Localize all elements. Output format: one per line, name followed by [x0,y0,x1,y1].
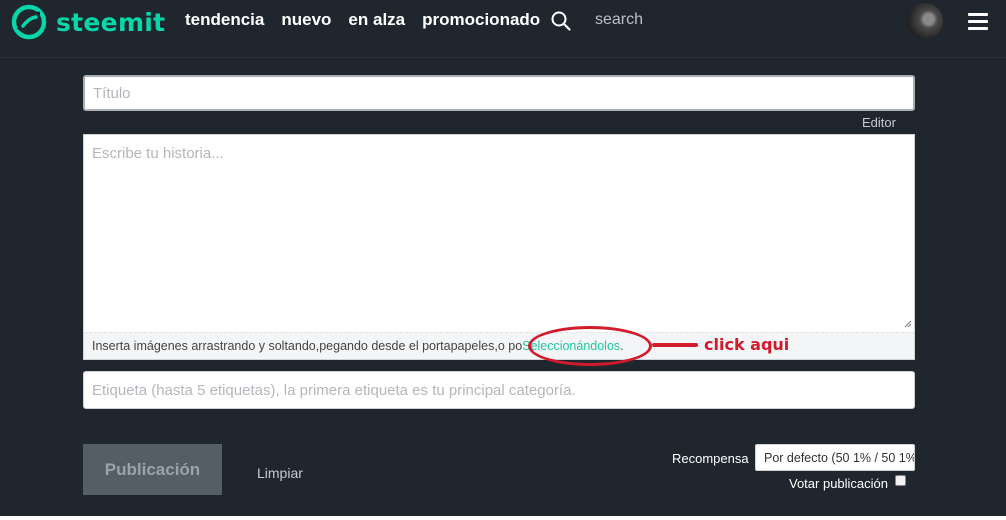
user-avatar[interactable] [907,3,943,39]
brand-name[interactable]: steemit [56,8,165,37]
reward-label: Recompensa [672,451,749,466]
steemit-logo-icon [11,4,47,40]
nav-nuevo[interactable]: nuevo [281,10,331,30]
story-body-textarea[interactable] [84,135,914,331]
editor-toggle-link[interactable]: Editor [862,115,896,130]
top-header: steemit tendencia nuevo en alza promocio… [0,0,1006,58]
vote-checkbox[interactable] [895,475,906,486]
brand-logo[interactable]: steemit [10,4,165,40]
annotation-circle [528,326,652,366]
main-nav: tendencia nuevo en alza promocionado [185,10,557,30]
reward-select[interactable]: Por defecto (50 1% / 50 1% [755,444,915,471]
menu-bar-line [968,13,988,16]
image-upload-hint: Inserta imágenes arrastrando y soltando,… [84,332,914,359]
hint-text: Inserta imágenes arrastrando y soltando,… [92,339,523,353]
tags-input[interactable] [83,371,915,409]
search-icon[interactable] [550,10,572,32]
hamburger-menu-icon[interactable] [968,13,988,31]
nav-promocionado[interactable]: promocionado [422,10,540,30]
annotation-arrow [652,343,698,347]
nav-en-alza[interactable]: en alza [348,10,405,30]
vote-label: Votar publicación [789,476,889,491]
resize-grip-icon[interactable] [904,320,912,328]
clear-button[interactable]: Limpiar [257,465,303,481]
page-bottom-strip [0,516,1006,520]
nav-tendencia[interactable]: tendencia [185,10,264,30]
annotation-label: click aqui [704,335,790,354]
menu-bar-line [968,20,988,23]
story-editor: Inserta imágenes arrastrando y soltando,… [83,134,915,360]
search-input[interactable] [595,11,715,29]
menu-bar-line [968,27,988,30]
publish-button[interactable]: Publicación [83,444,222,495]
title-input[interactable] [83,75,915,111]
